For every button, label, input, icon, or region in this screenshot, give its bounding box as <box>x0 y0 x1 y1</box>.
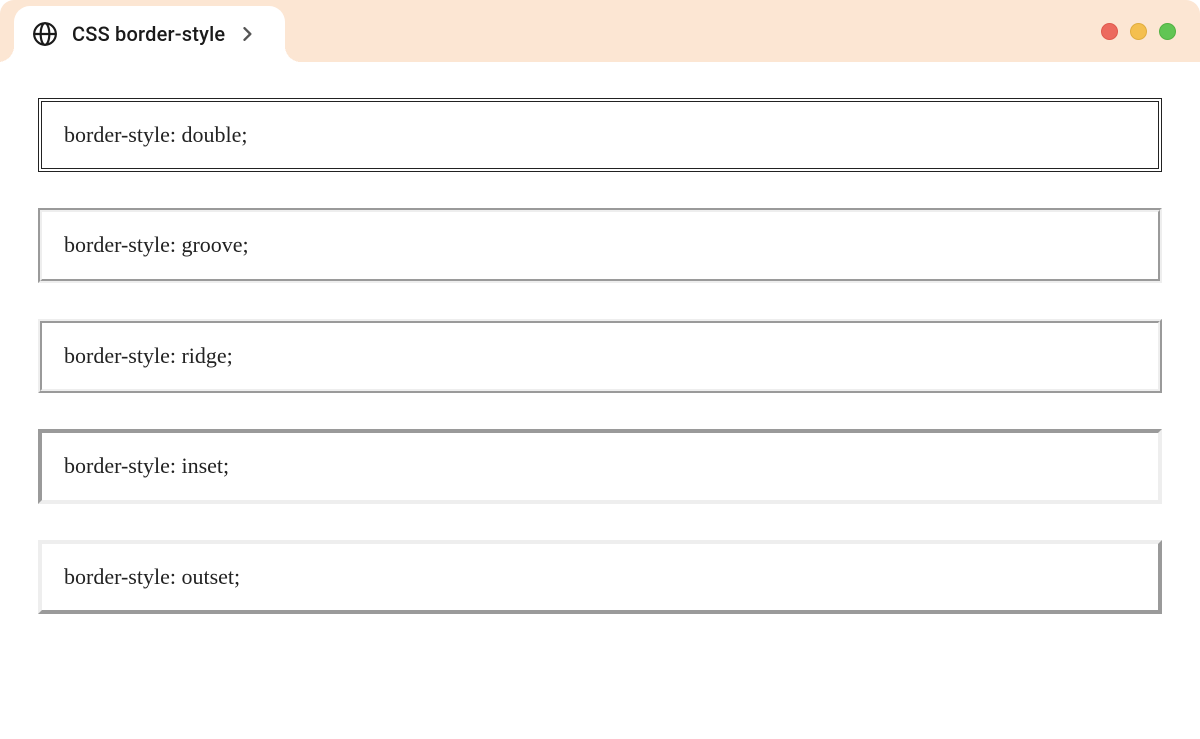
example-border-inset: border-style: inset; <box>38 429 1162 503</box>
example-border-ridge: border-style: ridge; <box>38 319 1162 393</box>
example-border-double: border-style: double; <box>38 98 1162 172</box>
globe-icon <box>32 21 58 47</box>
example-label: border-style: double; <box>64 122 247 147</box>
window-controls <box>1101 0 1176 62</box>
page-content: border-style: double; border-style: groo… <box>0 62 1200 614</box>
example-label: border-style: outset; <box>64 564 240 589</box>
tab-title: CSS border-style <box>72 22 225 46</box>
browser-tab[interactable]: CSS border-style <box>14 6 285 62</box>
chevron-right-icon <box>239 25 257 43</box>
maximize-window-icon[interactable] <box>1159 23 1176 40</box>
example-label: border-style: groove; <box>64 232 249 257</box>
example-label: border-style: inset; <box>64 453 229 478</box>
browser-titlebar: CSS border-style <box>0 0 1200 62</box>
minimize-window-icon[interactable] <box>1130 23 1147 40</box>
example-border-groove: border-style: groove; <box>38 208 1162 282</box>
close-window-icon[interactable] <box>1101 23 1118 40</box>
example-label: border-style: ridge; <box>64 343 233 368</box>
example-border-outset: border-style: outset; <box>38 540 1162 614</box>
